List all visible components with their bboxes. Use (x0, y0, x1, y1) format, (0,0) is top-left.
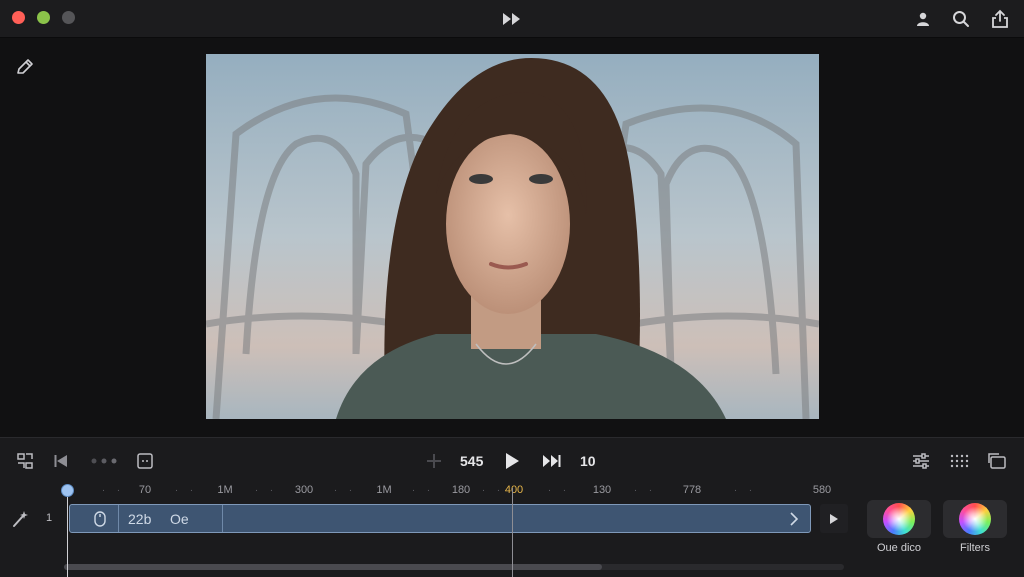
timecode-right: 10 (580, 453, 596, 469)
ruler-label-active: 400 (504, 484, 524, 496)
preview-frame-image (206, 54, 819, 419)
ruler-dots: · · (174, 485, 196, 496)
effect-card-2[interactable] (943, 500, 1007, 538)
video-clip[interactable]: 22b Oe (69, 504, 811, 533)
ruler-dots: · · (733, 485, 755, 496)
more-dots-icon[interactable] (88, 450, 120, 472)
scrollbar-thumb[interactable] (64, 564, 602, 570)
effect-label-1: Oue dico (876, 542, 922, 554)
ruler-dots: · · (481, 485, 503, 496)
viewer-area (0, 38, 1024, 436)
person-icon[interactable] (912, 8, 934, 30)
ruler-label: 180 (451, 484, 471, 496)
color-wheel-icon (959, 503, 991, 535)
chevron-right-icon[interactable] (788, 511, 802, 527)
ruler-label: 1M (217, 484, 233, 496)
ruler-dots: · · (411, 485, 433, 496)
zoom-window-button[interactable] (62, 11, 75, 24)
play-small-icon (830, 513, 838, 524)
timeline-ruler[interactable]: · · 70 · · 1M · · 300 · · 1M · · 180 · ·… (64, 482, 844, 500)
ruler-label: 580 (812, 484, 832, 496)
ruler-label: 300 (294, 484, 314, 496)
playhead-handle[interactable] (61, 484, 74, 497)
expand-track-button[interactable] (820, 504, 848, 533)
ruler-dots: · · (333, 485, 355, 496)
ruler-dots: · · (547, 485, 569, 496)
search-icon[interactable] (950, 8, 972, 30)
minimize-window-button[interactable] (37, 11, 50, 24)
transform-icon[interactable] (14, 450, 36, 472)
crop-icon[interactable] (134, 450, 156, 472)
plus-icon[interactable] (423, 450, 445, 472)
fast-forward-icon (501, 8, 523, 30)
ruler-dots: · · (254, 485, 276, 496)
play-icon[interactable] (500, 449, 524, 473)
ruler-dots: · · (633, 485, 655, 496)
rewind-icon[interactable] (50, 450, 72, 472)
ruler-label: 130 (592, 484, 612, 496)
marker-line (512, 488, 513, 577)
share-icon[interactable] (989, 8, 1011, 30)
effect-label-2: Filters (960, 542, 990, 554)
magic-wand-icon[interactable] (10, 508, 30, 530)
video-preview[interactable] (206, 54, 819, 419)
timecode-left: 545 (460, 453, 484, 469)
color-wheel-icon (883, 503, 915, 535)
adjust-sliders-icon[interactable] (909, 450, 933, 472)
aspect-icon[interactable] (985, 450, 1009, 472)
clip-divider (118, 505, 119, 532)
close-window-button[interactable] (12, 11, 25, 24)
effect-card-1[interactable] (867, 500, 931, 538)
timeline-scrollbar[interactable] (64, 564, 844, 570)
timeline-panel: 545 10 · · 70 · · 1M · · 300 · · 1M · · … (0, 437, 1024, 577)
ruler-label: 1M (376, 484, 392, 496)
grid-icon[interactable] (947, 450, 971, 472)
track-number: 1 (46, 512, 53, 524)
playhead-line (67, 493, 68, 577)
clip-divider (222, 505, 223, 532)
title-bar (0, 0, 1024, 38)
clip-mouse-icon (92, 510, 108, 528)
clip-label-primary: 22b (128, 511, 152, 527)
pen-icon[interactable] (14, 56, 36, 78)
clip-label-secondary: Oe (170, 511, 189, 527)
ruler-dots: · · (101, 485, 123, 496)
ruler-label: 70 (138, 484, 152, 496)
ruler-label: 778 (682, 484, 702, 496)
skip-forward-icon[interactable] (540, 449, 564, 473)
